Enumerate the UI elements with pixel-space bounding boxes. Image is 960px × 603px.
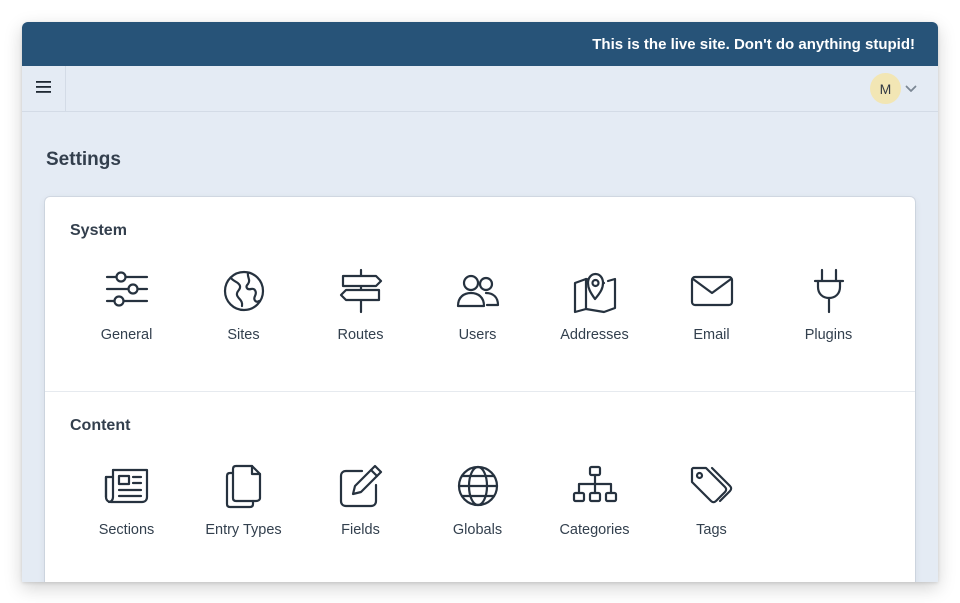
map-pin-icon bbox=[572, 268, 618, 314]
section-heading-system: System bbox=[70, 222, 127, 239]
settings-tile-plugins[interactable]: Plugins bbox=[770, 268, 887, 343]
plug-icon bbox=[806, 268, 852, 314]
settings-tile-general[interactable]: General bbox=[68, 268, 185, 343]
globe-icon bbox=[455, 463, 501, 509]
settings-tile-users[interactable]: Users bbox=[419, 268, 536, 343]
nav-toggle-button[interactable] bbox=[22, 66, 66, 111]
page-title: Settings bbox=[46, 149, 121, 170]
envelope-icon bbox=[689, 268, 735, 314]
settings-tile-email[interactable]: Email bbox=[653, 268, 770, 343]
top-bar: M bbox=[22, 66, 938, 112]
avatar[interactable]: M bbox=[870, 73, 901, 104]
section-content: Content Sections Entry Types Fields Glob… bbox=[45, 392, 915, 582]
signpost-icon bbox=[338, 268, 384, 314]
settings-tile-addresses[interactable]: Addresses bbox=[536, 268, 653, 343]
tile-label: Addresses bbox=[560, 327, 629, 343]
settings-tile-tags[interactable]: Tags bbox=[653, 463, 770, 538]
section-system: System General Sites Routes Users Addres… bbox=[45, 197, 915, 392]
content-grid: Sections Entry Types Fields Globals Cate… bbox=[68, 463, 770, 538]
tile-label: Fields bbox=[341, 522, 380, 538]
settings-tile-entry-types[interactable]: Entry Types bbox=[185, 463, 302, 538]
tile-label: General bbox=[100, 327, 153, 343]
tile-label: Plugins bbox=[804, 327, 853, 343]
tile-label: Globals bbox=[452, 522, 503, 538]
section-heading-content: Content bbox=[70, 417, 131, 434]
tile-label: Sites bbox=[227, 327, 260, 343]
chevron-down-icon bbox=[905, 85, 917, 93]
hamburger-icon bbox=[36, 80, 51, 98]
tile-label: Entry Types bbox=[205, 522, 282, 538]
settings-tile-categories[interactable]: Categories bbox=[536, 463, 653, 538]
app-window: This is the live site. Don't do anything… bbox=[22, 22, 938, 582]
settings-tile-routes[interactable]: Routes bbox=[302, 268, 419, 343]
globe-americas-icon bbox=[221, 268, 267, 314]
settings-panel: System General Sites Routes Users Addres… bbox=[45, 197, 915, 582]
pen-square-icon bbox=[338, 463, 384, 509]
tile-label: Tags bbox=[696, 522, 727, 538]
users-icon bbox=[455, 268, 501, 314]
environment-banner: This is the live site. Don't do anything… bbox=[22, 22, 938, 66]
tile-label: Users bbox=[458, 327, 497, 343]
settings-tile-globals[interactable]: Globals bbox=[419, 463, 536, 538]
settings-tile-fields[interactable]: Fields bbox=[302, 463, 419, 538]
tile-label: Categories bbox=[559, 522, 630, 538]
settings-tile-sections[interactable]: Sections bbox=[68, 463, 185, 538]
sitemap-icon bbox=[572, 463, 618, 509]
system-grid: General Sites Routes Users Addresses Ema… bbox=[68, 268, 887, 343]
user-menu-button[interactable]: M bbox=[870, 73, 917, 104]
copy-icon bbox=[221, 463, 267, 509]
newspaper-icon bbox=[104, 463, 150, 509]
avatar-initial: M bbox=[879, 80, 892, 97]
tile-label: Email bbox=[693, 327, 730, 343]
sliders-icon bbox=[104, 268, 150, 314]
tile-label: Routes bbox=[337, 327, 384, 343]
tags-icon bbox=[689, 463, 735, 509]
settings-tile-sites[interactable]: Sites bbox=[185, 268, 302, 343]
tile-label: Sections bbox=[98, 522, 155, 538]
banner-message: This is the live site. Don't do anything… bbox=[592, 35, 915, 53]
